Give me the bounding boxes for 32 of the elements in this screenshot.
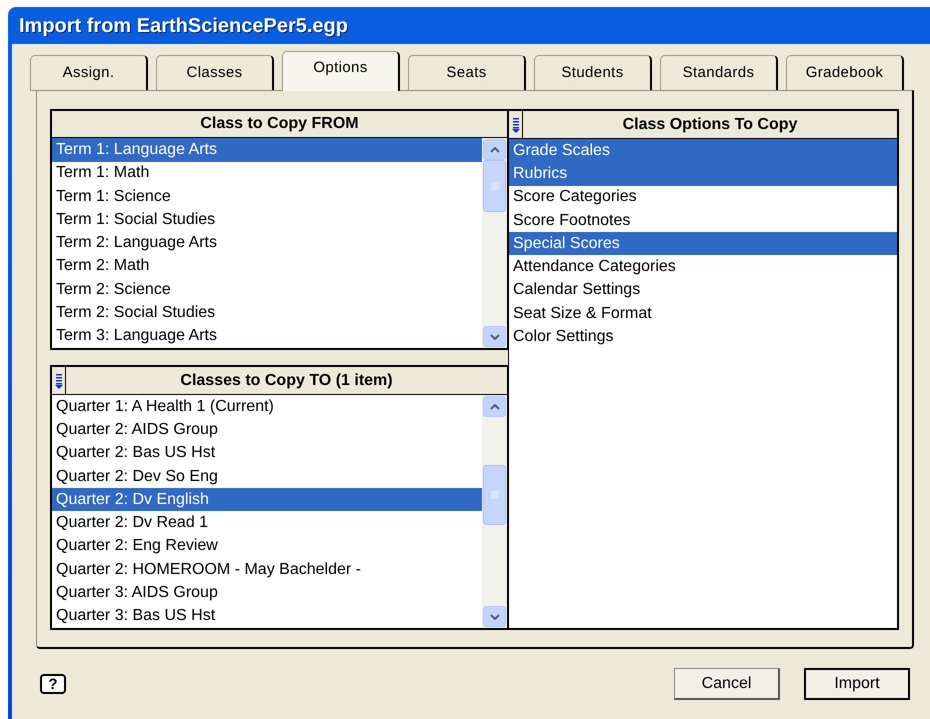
help-button[interactable]: ? bbox=[40, 674, 66, 694]
chevron-down-icon bbox=[490, 334, 500, 340]
window-title: Import from EarthSciencePer5.egp bbox=[19, 14, 348, 38]
list-item[interactable]: Term 1: Language Arts bbox=[52, 138, 482, 162]
list-item[interactable]: Rubrics bbox=[509, 162, 897, 186]
scroll-up-button[interactable] bbox=[483, 139, 506, 160]
list-item[interactable]: Grade Scales bbox=[509, 139, 897, 162]
dialog-button[interactable]: Cancel bbox=[674, 668, 780, 700]
scroll-thumb[interactable] bbox=[483, 160, 506, 212]
scroll-down-button[interactable] bbox=[483, 606, 506, 627]
tab[interactable]: Students bbox=[534, 55, 652, 91]
tab[interactable]: Gradebook bbox=[786, 55, 904, 91]
scroll-thumb[interactable] bbox=[483, 465, 506, 525]
column-menu-icon[interactable] bbox=[512, 116, 520, 132]
grip-icon bbox=[490, 491, 498, 499]
list-item[interactable]: Special Scores bbox=[509, 232, 897, 256]
scroll-down-button[interactable] bbox=[483, 326, 506, 347]
tab[interactable]: Standards bbox=[660, 55, 778, 91]
chevron-down-icon bbox=[490, 614, 500, 620]
scrollbar[interactable] bbox=[482, 395, 507, 628]
scroll-up-button[interactable] bbox=[483, 396, 506, 417]
column-menu-icon[interactable] bbox=[54, 372, 62, 388]
grip-icon bbox=[490, 182, 498, 190]
tab[interactable]: Classes bbox=[156, 55, 274, 91]
default-button[interactable]: Import bbox=[804, 668, 910, 700]
tab[interactable]: Assign. bbox=[30, 55, 148, 91]
tab[interactable]: Options bbox=[282, 51, 400, 91]
chevron-up-icon bbox=[490, 404, 500, 410]
chevron-up-icon bbox=[490, 146, 500, 153]
scrollbar[interactable] bbox=[482, 138, 507, 348]
list-item[interactable]: Quarter 2: Dv English bbox=[52, 488, 482, 512]
tab[interactable]: Seats bbox=[408, 55, 526, 91]
